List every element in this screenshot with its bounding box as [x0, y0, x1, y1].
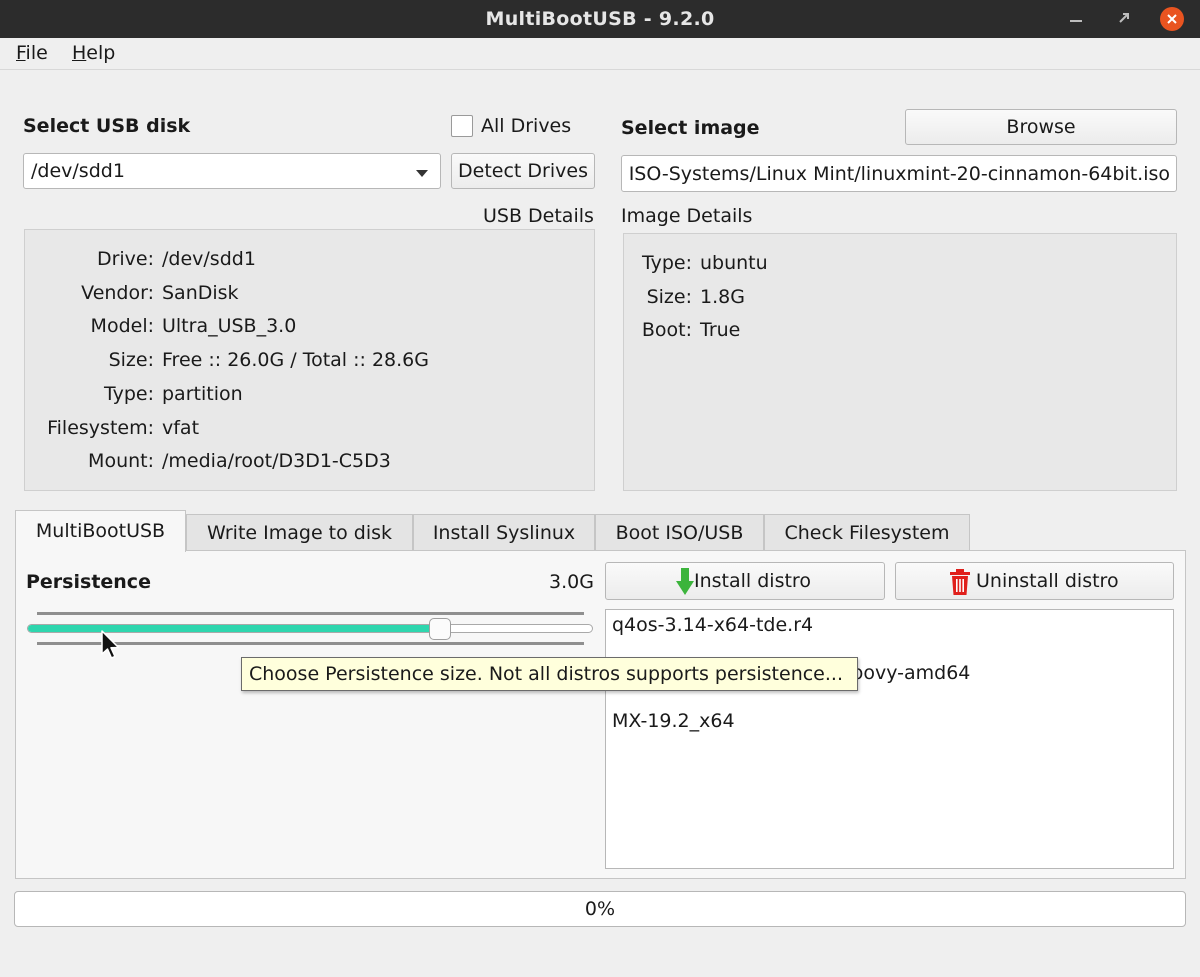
- usb-detail-row: Vendor: SanDisk: [34, 281, 239, 304]
- trash-icon: [950, 569, 970, 595]
- tab-check-filesystem[interactable]: Check Filesystem: [764, 514, 970, 551]
- persistence-value: 3.0G: [549, 571, 594, 593]
- usb-detail-row: Drive: /dev/sdd1: [34, 248, 256, 270]
- usb-detail-key: Model:: [90, 315, 154, 338]
- tab-boot-iso-usb[interactable]: Boot ISO/USB: [595, 514, 764, 551]
- image-detail-key: Size:: [646, 285, 692, 308]
- persistence-tooltip: Choose Persistence size. Not all distros…: [241, 657, 858, 691]
- select-usb-heading: Select USB disk: [23, 115, 191, 137]
- image-details-label: Image Details: [621, 205, 753, 227]
- usb-detail-key: Mount:: [88, 450, 154, 473]
- browse-button[interactable]: Browse: [905, 109, 1177, 145]
- tab-write-image-to-disk[interactable]: Write Image to disk: [186, 514, 413, 551]
- list-item[interactable]: MX-19.2_x64: [612, 710, 735, 732]
- minimize-icon[interactable]: [1066, 8, 1088, 30]
- usb-detail-key: Type:: [103, 382, 154, 405]
- usb-detail-value: SanDisk: [162, 281, 239, 304]
- image-detail-row: Boot: True: [628, 319, 741, 342]
- usb-detail-key: Drive:: [96, 248, 154, 270]
- usb-details-label: USB Details: [483, 205, 594, 227]
- usb-disk-value: /dev/sdd1: [31, 160, 125, 182]
- download-arrow-icon: [676, 568, 694, 595]
- installed-distro-list[interactable]: q4os-3.14-x64-tde.r4 Ubuntu-20.10-deskto…: [605, 609, 1174, 869]
- image-path-value: ISO-Systems/Linux Mint/linuxmint-20-cinn…: [628, 163, 1170, 185]
- usb-detail-value: Ultra_USB_3.0: [162, 315, 297, 338]
- uninstall-distro-label: Uninstall distro: [976, 570, 1119, 592]
- image-detail-value: True: [700, 319, 741, 342]
- tab-multibootusb[interactable]: MultiBootUSB: [15, 510, 186, 552]
- menu-help[interactable]: Help: [72, 42, 115, 64]
- all-drives-label: All Drives: [481, 115, 572, 137]
- all-drives-checkbox[interactable]: [451, 115, 473, 137]
- install-distro-button[interactable]: Install distro: [605, 562, 885, 600]
- image-detail-value: 1.8G: [700, 285, 745, 308]
- menu-bar: File Help: [0, 38, 1200, 70]
- detect-drives-button[interactable]: Detect Drives: [451, 153, 595, 189]
- persistence-slider-handle[interactable]: [428, 618, 451, 640]
- usb-detail-key: Size:: [108, 349, 154, 372]
- list-item[interactable]: q4os-3.14-x64-tde.r4: [612, 614, 813, 636]
- select-image-heading: Select image: [621, 117, 760, 139]
- usb-detail-value: /media/root/D3D1-C5D3: [162, 450, 391, 473]
- usb-detail-row: Model: Ultra_USB_3.0: [34, 315, 297, 338]
- usb-disk-select[interactable]: /dev/sdd1: [23, 153, 441, 189]
- persistence-slider-fill: [28, 625, 440, 632]
- progress-bar: 0%: [14, 891, 1186, 927]
- image-detail-row: Type: ubuntu: [628, 252, 768, 274]
- usb-detail-value: /dev/sdd1: [162, 248, 256, 270]
- close-icon[interactable]: [1160, 7, 1184, 31]
- chevron-down-icon: [416, 170, 428, 177]
- image-detail-row: Size: 1.8G: [628, 286, 745, 308]
- tab-install-syslinux[interactable]: Install Syslinux: [413, 514, 595, 551]
- image-detail-key: Boot:: [641, 319, 692, 342]
- uninstall-distro-button[interactable]: Uninstall distro: [895, 562, 1174, 600]
- usb-detail-key: Filesystem:: [47, 416, 154, 439]
- usb-detail-value: vfat: [162, 416, 200, 439]
- usb-detail-value: Free :: 26.0G / Total :: 28.6G: [162, 349, 429, 372]
- usb-detail-row: Size: Free :: 26.0G / Total :: 28.6G: [34, 349, 429, 371]
- mouse-cursor-icon: [101, 630, 120, 659]
- usb-detail-row: Type: partition: [34, 383, 243, 405]
- usb-detail-key: Vendor:: [81, 281, 154, 304]
- persistence-label: Persistence: [26, 571, 151, 593]
- usb-detail-value: partition: [162, 382, 243, 405]
- image-detail-key: Type:: [641, 252, 692, 274]
- progress-text: 0%: [584, 898, 616, 920]
- image-detail-value: ubuntu: [700, 252, 768, 274]
- image-path-field[interactable]: ISO-Systems/Linux Mint/linuxmint-20-cinn…: [621, 155, 1177, 192]
- menu-file[interactable]: File: [16, 42, 48, 64]
- slider-tick-line-top: [37, 612, 584, 615]
- window-title: MultiBootUSB - 9.2.0: [485, 8, 715, 30]
- usb-detail-row: Mount: /media/root/D3D1-C5D3: [34, 450, 391, 472]
- maximize-icon[interactable]: [1113, 8, 1135, 30]
- usb-detail-row: Filesystem: vfat: [34, 417, 199, 439]
- title-bar: MultiBootUSB - 9.2.0: [0, 0, 1200, 38]
- install-distro-label: Install distro: [694, 570, 811, 592]
